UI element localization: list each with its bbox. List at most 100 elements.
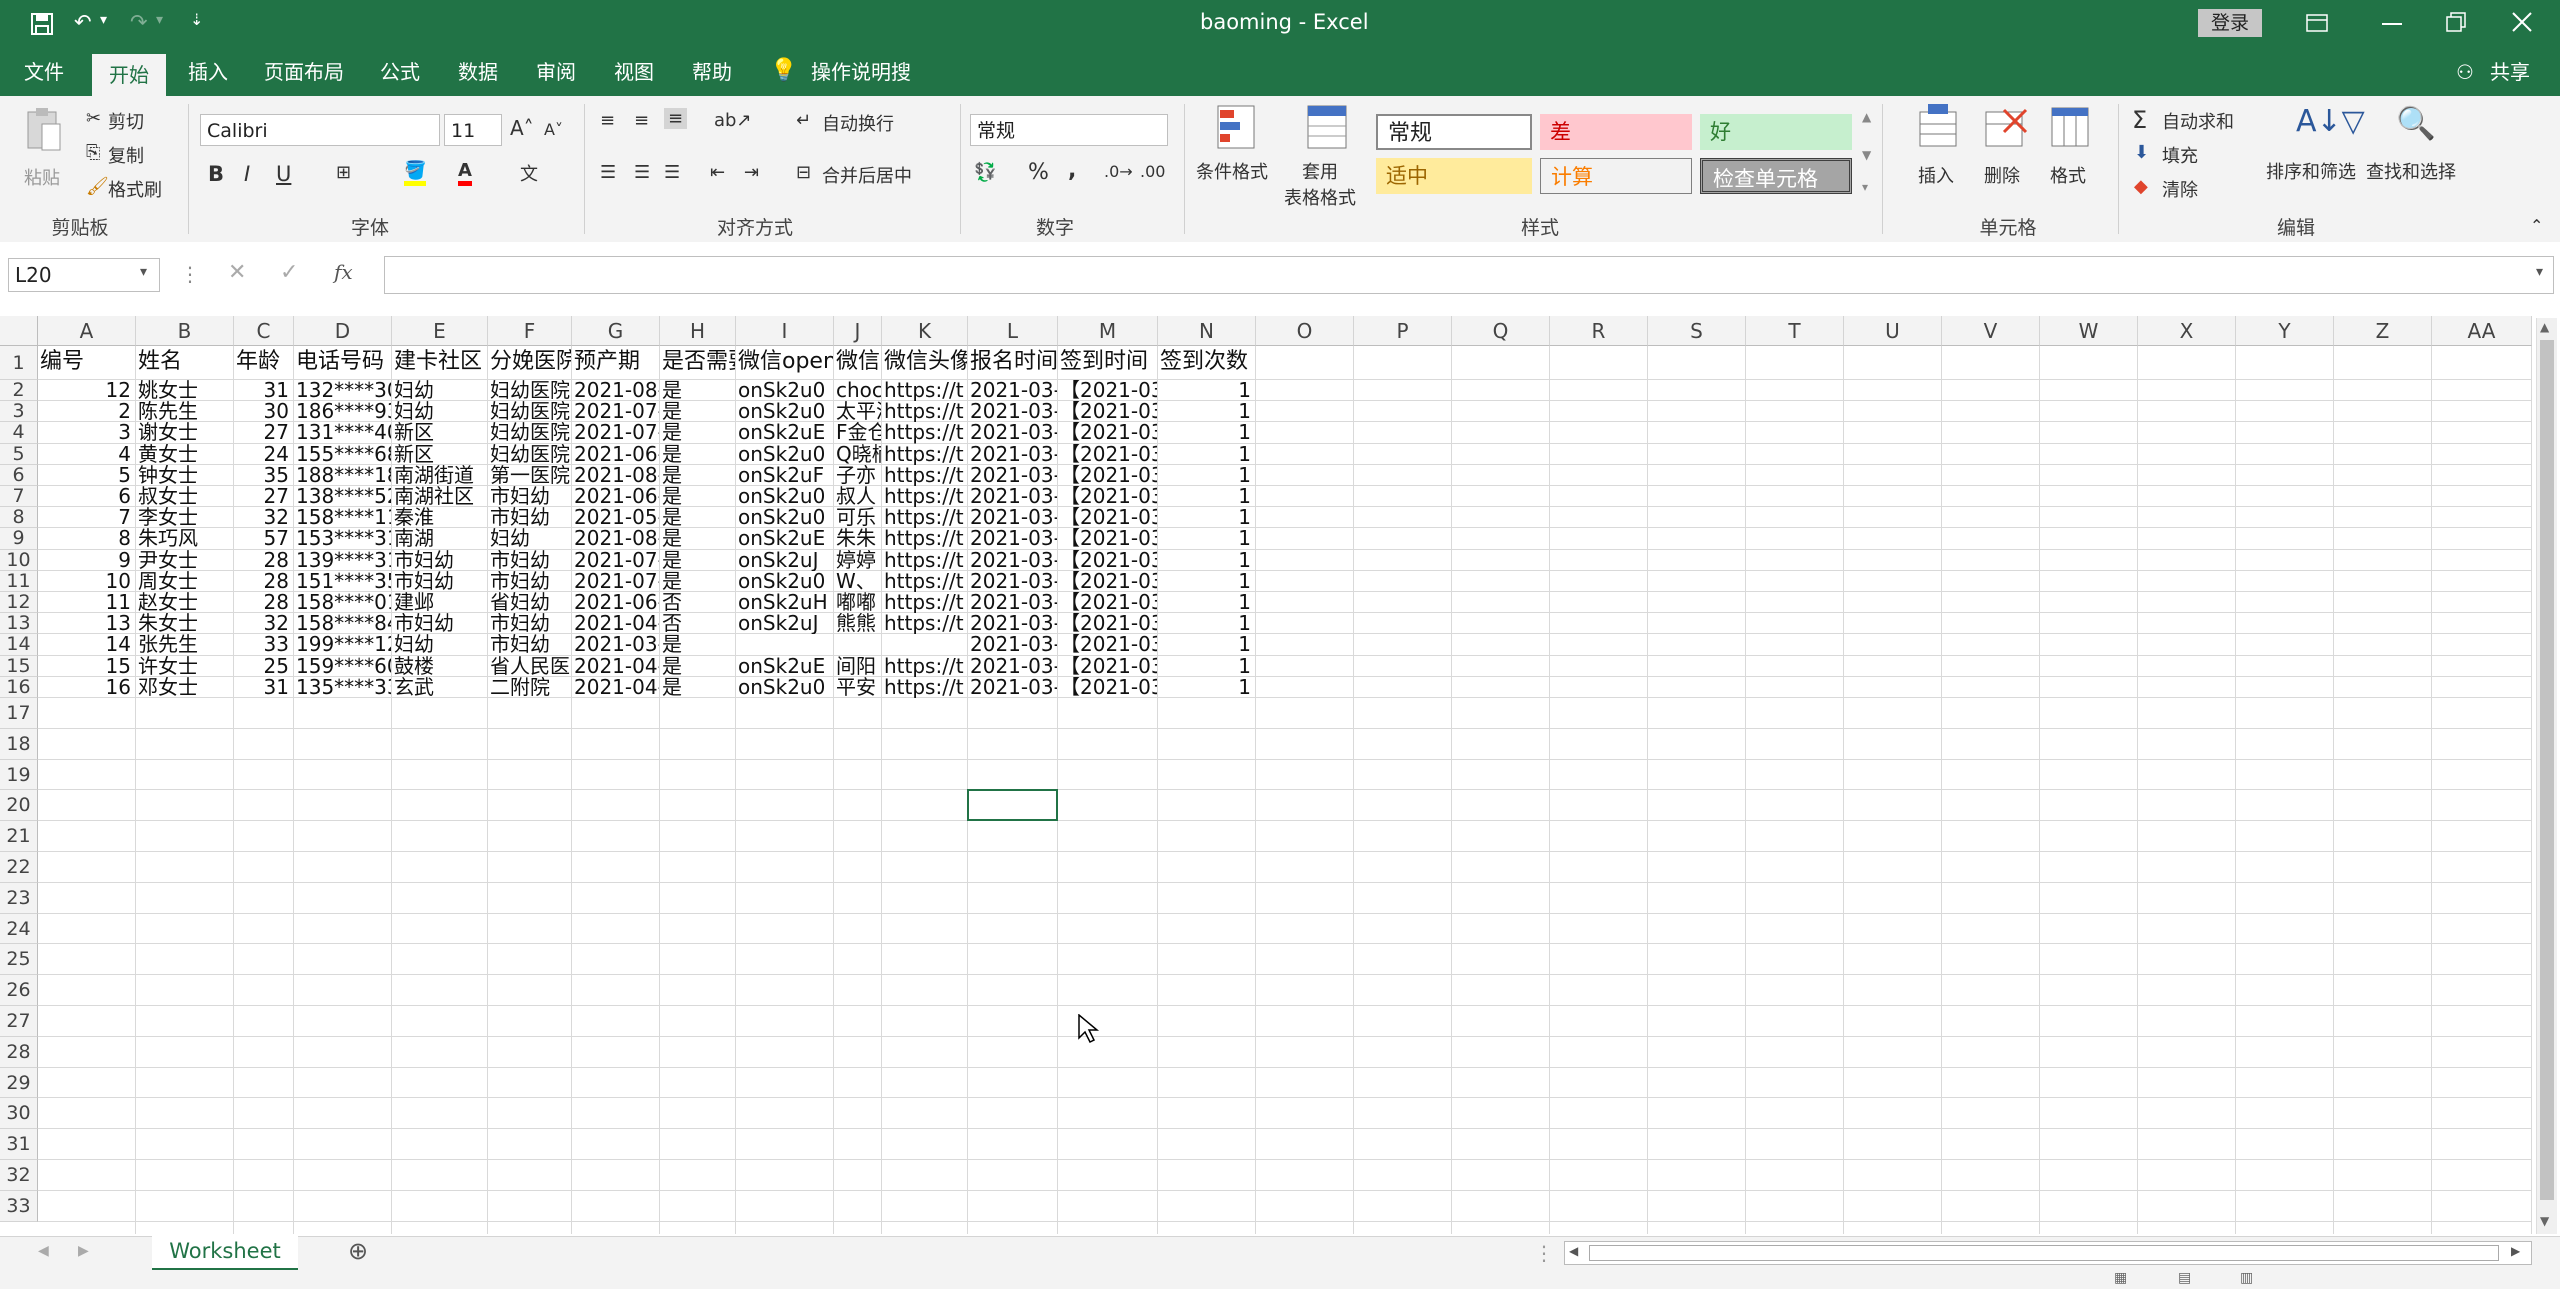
data-cell[interactable]: 否 <box>662 592 735 613</box>
data-cell[interactable]: https://t <box>884 550 967 571</box>
data-cell[interactable]: 2021-03-19 <box>970 401 1057 422</box>
header-cell[interactable]: 姓名 <box>138 346 233 380</box>
data-cell[interactable]: 2021-07- <box>574 550 659 571</box>
row-header-2[interactable]: 2 <box>0 379 38 402</box>
column-header-M[interactable]: M <box>1058 316 1158 346</box>
data-cell[interactable]: 钟女士 <box>138 465 233 486</box>
data-cell[interactable]: onSk2u0 <box>738 571 833 592</box>
undo-dropdown-icon[interactable]: ▾ <box>100 12 107 28</box>
data-cell[interactable]: 3 <box>40 422 135 443</box>
data-cell[interactable]: 132****300 <box>296 380 391 401</box>
data-cell[interactable]: 李女士 <box>138 507 233 528</box>
data-cell[interactable]: 151****350 <box>296 571 391 592</box>
prev-sheet-icon[interactable]: ◀ <box>38 1243 49 1259</box>
data-cell[interactable]: 31 <box>236 380 293 401</box>
data-cell[interactable]: 省人民医 <box>490 656 571 677</box>
column-header-B[interactable]: B <box>136 316 234 346</box>
row-header-8[interactable]: 8 <box>0 506 38 529</box>
data-cell[interactable]: https://t <box>884 380 967 401</box>
data-cell[interactable]: 1 <box>1160 380 1255 401</box>
data-cell[interactable]: 199****127 <box>296 634 391 655</box>
data-cell[interactable]: onSk2u0 <box>738 380 833 401</box>
data-cell[interactable]: 是 <box>662 380 735 401</box>
data-cell[interactable]: 7 <box>40 507 135 528</box>
row-header-19[interactable]: 19 <box>0 759 38 791</box>
underline-button[interactable]: U <box>276 162 291 186</box>
column-header-Z[interactable]: Z <box>2334 316 2432 346</box>
data-cell[interactable]: 【2021-03 <box>1060 571 1157 592</box>
data-cell[interactable]: 二附院 <box>490 677 571 698</box>
tab-data[interactable]: 数据 <box>446 48 510 96</box>
data-cell[interactable]: 2021-03-19 <box>970 592 1057 613</box>
data-cell[interactable]: 2021-03-19 <box>970 677 1057 698</box>
tab-review[interactable]: 审阅 <box>524 48 588 96</box>
redo-dropdown-icon[interactable]: ▾ <box>156 12 163 28</box>
row-header-17[interactable]: 17 <box>0 698 38 729</box>
increase-font-icon[interactable]: A˄ <box>510 116 534 140</box>
styles-more-icon[interactable]: ▾ <box>1862 180 1868 194</box>
add-sheet-icon[interactable]: ⊕ <box>348 1237 368 1265</box>
data-cell[interactable]: https://t <box>884 592 967 613</box>
data-cell[interactable]: 138****523 <box>296 486 391 507</box>
column-header-F[interactable]: F <box>488 316 572 346</box>
horizontal-scroll-thumb[interactable] <box>1589 1245 2499 1261</box>
row-header-12[interactable]: 12 <box>0 591 38 614</box>
style-normal[interactable]: 常规 <box>1376 114 1532 150</box>
orientation-icon[interactable]: ab↗ <box>714 110 752 131</box>
data-cell[interactable]: 婷婷 <box>836 550 881 571</box>
row-header-1[interactable]: 1 <box>0 346 38 380</box>
data-cell[interactable]: Q晓楠 <box>836 444 881 465</box>
data-cell[interactable]: 2021-08- <box>574 380 659 401</box>
data-cell[interactable]: onSk2uJ <box>738 550 833 571</box>
data-cell[interactable]: 2021-07- <box>574 571 659 592</box>
data-cell[interactable]: onSk2u0 <box>738 677 833 698</box>
redo-icon[interactable]: ↷ <box>130 10 148 34</box>
data-cell[interactable]: 1 <box>1160 592 1255 613</box>
data-cell[interactable]: F金仓 <box>836 422 881 443</box>
undo-icon[interactable]: ↶ <box>74 10 92 34</box>
data-cell[interactable] <box>738 634 833 655</box>
data-cell[interactable]: 2021-03-19 <box>970 656 1057 677</box>
style-calculation[interactable]: 计算 <box>1540 158 1692 194</box>
data-cell[interactable]: https://t <box>884 613 967 634</box>
font-color-icon[interactable]: A <box>458 160 472 186</box>
data-cell[interactable]: 57 <box>236 528 293 549</box>
header-cell[interactable]: 分娩医院 <box>490 346 571 380</box>
scroll-left-icon[interactable]: ◀ <box>1569 1244 1578 1258</box>
row-header-21[interactable]: 21 <box>0 821 38 852</box>
data-cell[interactable]: 4 <box>40 444 135 465</box>
tab-help[interactable]: 帮助 <box>680 48 744 96</box>
data-cell[interactable]: 30 <box>236 401 293 422</box>
data-cell[interactable]: 16 <box>40 677 135 698</box>
data-cell[interactable]: 【2021-03 <box>1060 677 1157 698</box>
data-cell[interactable]: W、 <box>836 571 881 592</box>
data-cell[interactable]: 市妇幼 <box>394 550 487 571</box>
data-cell[interactable]: 158****015 <box>296 592 391 613</box>
column-header-J[interactable]: J <box>834 316 882 346</box>
data-cell[interactable]: 131****401 <box>296 422 391 443</box>
column-header-Q[interactable]: Q <box>1452 316 1550 346</box>
increase-indent-icon[interactable]: ⇥ <box>744 162 759 183</box>
row-header-29[interactable]: 29 <box>0 1067 38 1099</box>
data-cell[interactable]: 28 <box>236 550 293 571</box>
data-cell[interactable]: 32 <box>236 613 293 634</box>
data-cell[interactable]: onSk2u0 <box>738 507 833 528</box>
ribbon-display-icon[interactable] <box>2306 14 2328 32</box>
row-header-11[interactable]: 11 <box>0 570 38 592</box>
column-header-D[interactable]: D <box>294 316 392 346</box>
row-header-18[interactable]: 18 <box>0 728 38 760</box>
data-cell[interactable]: 10 <box>40 571 135 592</box>
data-cell[interactable]: 【2021-03 <box>1060 507 1157 528</box>
data-cell[interactable]: 是 <box>662 422 735 443</box>
data-cell[interactable]: 鼓楼 <box>394 656 487 677</box>
data-cell[interactable]: 2021-06- <box>574 592 659 613</box>
data-cell[interactable]: 熊熊 <box>836 613 881 634</box>
data-cell[interactable]: https://t <box>884 401 967 422</box>
data-cell[interactable]: 许女士 <box>138 656 233 677</box>
enter-icon[interactable]: ✓ <box>280 260 298 285</box>
vertical-scrollbar[interactable]: ▲ ▼ <box>2536 318 2557 1234</box>
format-as-table-button[interactable]: 套用 表格格式 <box>1284 104 1366 214</box>
save-icon[interactable] <box>30 12 54 36</box>
page-layout-view-icon[interactable]: ▤ <box>2178 1270 2191 1286</box>
decrease-decimal-icon[interactable]: .00 <box>1140 162 1165 181</box>
